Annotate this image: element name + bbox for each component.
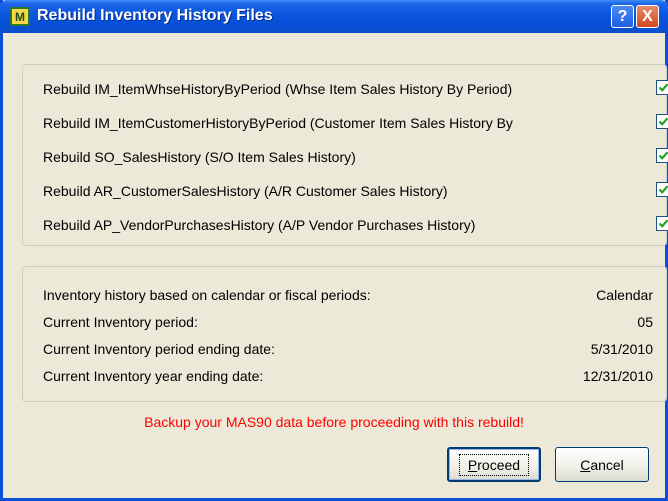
rebuild-option-checkbox[interactable]	[656, 80, 668, 95]
close-icon: X	[642, 7, 653, 25]
info-value: 12/31/2010	[582, 368, 653, 384]
checkmark-icon	[658, 185, 668, 194]
proceed-button[interactable]: Proceed	[447, 447, 541, 482]
title-bar[interactable]: M Rebuild Inventory History Files ? X	[0, 0, 668, 33]
rebuild-option-row[interactable]: Rebuild AR_CustomerSalesHistory (A/R Cus…	[43, 181, 668, 201]
rebuild-option-row[interactable]: Rebuild SO_SalesHistory (S/O Item Sales …	[43, 147, 668, 167]
checkmark-icon	[658, 151, 668, 160]
rebuild-option-checkbox[interactable]	[656, 216, 668, 231]
dialog-window: M Rebuild Inventory History Files ? X Re…	[0, 0, 668, 501]
info-row: Inventory history based on calendar or f…	[43, 287, 653, 305]
rebuild-option-checkbox[interactable]	[656, 182, 668, 197]
info-label: Current Inventory period:	[43, 314, 198, 330]
rebuild-option-label: Rebuild AP_VendorPurchasesHistory (A/P V…	[43, 217, 476, 233]
cancel-button-label: Cancel	[580, 456, 624, 473]
help-button[interactable]: ?	[611, 5, 634, 28]
info-label: Current Inventory year ending date:	[43, 368, 264, 384]
close-button[interactable]: X	[636, 5, 659, 28]
proceed-button-label: Proceed	[458, 453, 530, 476]
info-row: Current Inventory year ending date: 12/3…	[43, 368, 653, 386]
info-row: Current Inventory period ending date: 5/…	[43, 341, 653, 359]
rebuild-option-row[interactable]: Rebuild IM_ItemCustomerHistoryByPeriod (…	[43, 113, 668, 133]
cancel-button[interactable]: Cancel	[555, 447, 649, 482]
app-icon-letter: M	[15, 10, 25, 24]
info-row: Current Inventory period: 05	[43, 314, 653, 332]
rebuild-option-label: Rebuild IM_ItemWhseHistoryByPeriod (Whse…	[43, 81, 513, 97]
rebuild-option-label: Rebuild AR_CustomerSalesHistory (A/R Cus…	[43, 183, 448, 199]
checkmark-icon	[658, 83, 668, 92]
rebuild-option-label: Rebuild SO_SalesHistory (S/O Item Sales …	[43, 149, 356, 165]
checkmark-icon	[658, 117, 668, 126]
inventory-info-group: Inventory history based on calendar or f…	[22, 266, 667, 402]
info-value: 05	[637, 314, 653, 330]
help-icon: ?	[617, 7, 628, 25]
window-title: Rebuild Inventory History Files	[37, 7, 273, 24]
rebuild-option-row[interactable]: Rebuild IM_ItemWhseHistoryByPeriod (Whse…	[43, 79, 668, 99]
rebuild-option-checkbox[interactable]	[656, 114, 668, 129]
app-icon: M	[10, 7, 30, 26]
info-value: Calendar	[596, 287, 653, 303]
rebuild-option-row[interactable]: Rebuild AP_VendorPurchasesHistory (A/P V…	[43, 215, 668, 235]
info-label: Inventory history based on calendar or f…	[43, 287, 371, 303]
info-label: Current Inventory period ending date:	[43, 341, 275, 357]
backup-warning: Backup your MAS90 data before proceeding…	[144, 414, 524, 430]
checkmark-icon	[658, 219, 668, 228]
rebuild-options-group: Rebuild IM_ItemWhseHistoryByPeriod (Whse…	[22, 64, 668, 246]
rebuild-option-checkbox[interactable]	[656, 148, 668, 163]
rebuild-option-label: Rebuild IM_ItemCustomerHistoryByPeriod (…	[43, 115, 513, 131]
info-value: 5/31/2010	[590, 341, 653, 357]
